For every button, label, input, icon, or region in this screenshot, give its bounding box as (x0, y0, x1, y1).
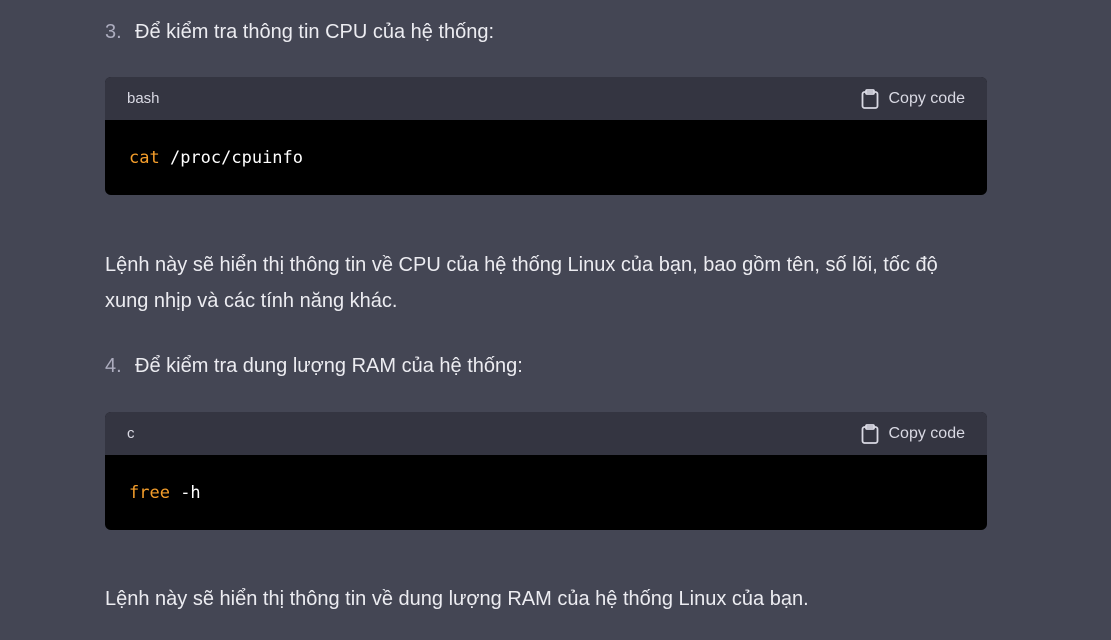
copy-code-button[interactable]: Copy code (861, 88, 966, 109)
list-number: 3. (105, 21, 122, 43)
code-language-label: bash (127, 90, 160, 107)
code-arguments: -h (169, 482, 201, 503)
step-text: Để kiểm tra thông tin CPU của hệ thống: (135, 21, 495, 43)
code-content: cat /proc/cpuinfo (105, 120, 987, 195)
code-keyword: cat (129, 147, 160, 168)
list-item-step-4: 4. Để kiểm tra dung lượng RAM của hệ thố… (105, 350, 523, 382)
code-content: free -h (105, 455, 987, 530)
code-keyword: free (129, 482, 170, 503)
list-item-step-3: 3. Để kiểm tra thông tin CPU của hệ thốn… (105, 16, 494, 48)
code-arguments: /proc/cpuinfo (159, 147, 304, 168)
code-block-c: c Copy code free -h (105, 412, 987, 530)
step-text: Để kiểm tra dung lượng RAM của hệ thống: (135, 355, 523, 377)
clipboard-icon (861, 423, 879, 444)
explanation-paragraph-cpu: Lệnh này sẽ hiển thị thông tin về CPU củ… (105, 254, 938, 312)
chat-response: 3. Để kiểm tra thông tin CPU của hệ thốn… (0, 0, 1111, 640)
copy-code-label: Copy code (888, 89, 966, 107)
code-header: bash Copy code (105, 77, 987, 120)
code-header: c Copy code (105, 412, 987, 455)
explanation-paragraph-ram: Lệnh này sẽ hiển thị thông tin về dung l… (105, 588, 809, 610)
clipboard-icon (861, 88, 879, 109)
code-language-label: c (127, 425, 135, 442)
code-block-bash: bash Copy code cat /proc/cpuinfo (105, 77, 987, 195)
list-number: 4. (105, 355, 122, 377)
copy-code-label: Copy code (888, 424, 966, 442)
copy-code-button[interactable]: Copy code (861, 423, 966, 444)
